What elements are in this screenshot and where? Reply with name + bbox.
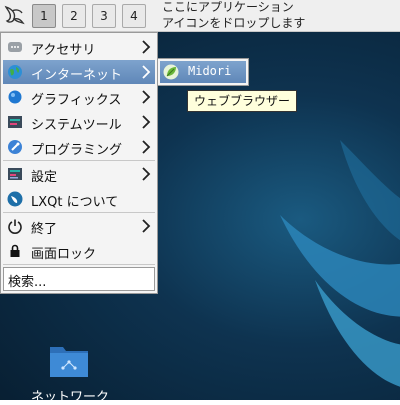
search-label: 検索...	[8, 275, 47, 290]
tooltip: ウェブブラウザー	[187, 90, 298, 112]
menu-separator	[3, 160, 155, 161]
desktop-icon-label: ネットワーク	[30, 390, 109, 405]
chevron-right-icon	[142, 40, 151, 54]
network-folder-icon	[50, 347, 88, 377]
menu-item-settings[interactable]: 設定	[3, 162, 155, 186]
lxqt-wallpaper-logo	[280, 140, 400, 387]
submenu-item-label: Midori	[188, 64, 232, 78]
accessories-icon	[8, 42, 22, 52]
application-menu: アクセサリ インターネット グラフィックス システムツール プログラミング 設定…	[0, 32, 158, 294]
menu-item-programming[interactable]: プログラミング	[3, 135, 155, 159]
lock-icon	[10, 244, 20, 257]
menu-item-label: LXQt について	[31, 195, 119, 210]
menu-search-field[interactable]: 検索...	[3, 267, 155, 291]
settings-icon	[8, 168, 22, 180]
menu-item-label: アクセサリ	[31, 43, 96, 58]
menu-item-label: 画面ロック	[31, 247, 97, 262]
internet-globe-icon	[8, 65, 22, 79]
menu-item-label: グラフィックス	[31, 93, 122, 108]
chevron-right-icon	[142, 219, 151, 233]
chevron-right-icon	[142, 115, 151, 129]
taskbar-panel: 1 2 3 4 ここにアプリケーション アイコンをドロップします	[0, 0, 400, 32]
menu-item-label: システムツール	[31, 118, 122, 133]
desktop-icon-network[interactable]: ネットワーク	[18, 340, 122, 405]
chevron-right-icon	[142, 140, 151, 154]
menu-item-internet[interactable]: インターネット	[3, 60, 155, 84]
menu-separator	[3, 264, 155, 265]
submenu-item-midori[interactable]: Midori	[160, 61, 246, 83]
menu-item-graphics[interactable]: グラフィックス	[3, 85, 155, 109]
graphics-icon	[8, 90, 22, 104]
internet-submenu: Midori	[157, 58, 249, 86]
lxqt-logo-icon	[7, 191, 23, 207]
programming-icon	[8, 140, 22, 154]
menu-item-label: プログラミング	[31, 143, 123, 158]
chevron-right-icon	[142, 90, 151, 104]
drop-hint-line1: ここにアプリケーション	[162, 0, 294, 14]
desktop-switch-4[interactable]: 4	[122, 4, 146, 28]
chevron-right-icon	[142, 167, 151, 181]
menu-item-accessories[interactable]: アクセサリ	[3, 35, 155, 59]
system-tools-icon	[8, 116, 22, 128]
menu-item-leave[interactable]: 終了	[3, 214, 155, 238]
menu-item-about-lxqt[interactable]: LXQt について	[3, 187, 155, 211]
drop-hint-line2: アイコンをドロップします	[162, 16, 306, 30]
chevron-right-icon	[142, 65, 151, 79]
menu-item-label: 設定	[31, 170, 58, 185]
desktop-switch-1[interactable]: 1	[32, 4, 56, 28]
midori-leaf-icon	[163, 64, 179, 80]
power-icon	[8, 219, 22, 234]
desktop-switch-2[interactable]: 2	[62, 4, 86, 28]
menu-item-label: インターネット	[31, 68, 123, 83]
start-menu-icon[interactable]	[2, 3, 26, 27]
menu-item-system-tools[interactable]: システムツール	[3, 110, 155, 134]
desktop-switch-3[interactable]: 3	[92, 4, 116, 28]
quicklaunch-drop-hint: ここにアプリケーション アイコンをドロップします	[162, 0, 398, 31]
menu-item-label: 終了	[31, 222, 58, 237]
menu-item-lock-screen[interactable]: 画面ロック	[3, 239, 155, 263]
menu-separator	[3, 212, 155, 213]
